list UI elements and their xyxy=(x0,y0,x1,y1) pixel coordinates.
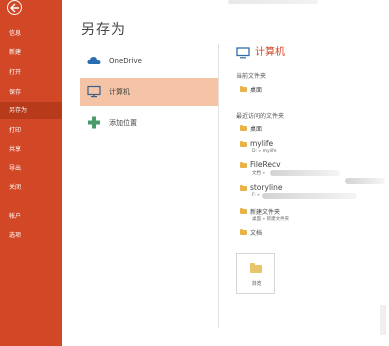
recent-folders-heading: 最近访问的文件夹 xyxy=(236,113,285,120)
folder-icon xyxy=(250,263,262,273)
backstage-nav: 信息 新建 打开 保存 另存为 打印 共享 导出 关闭 帐户 选项 xyxy=(0,0,62,346)
browse-button[interactable]: 浏览 xyxy=(236,253,275,294)
scrollbar[interactable] xyxy=(380,305,386,335)
plus-icon xyxy=(88,116,100,129)
back-arrow-icon[interactable] xyxy=(7,0,22,15)
cloud-icon xyxy=(87,57,101,64)
folder-path: F: » xyxy=(252,193,260,198)
folder-icon xyxy=(240,184,247,191)
folder-icon xyxy=(240,140,247,147)
nav-options[interactable]: 选项 xyxy=(0,227,62,244)
nav-close[interactable]: 关闭 xyxy=(0,179,62,196)
folder-path: 文档 » xyxy=(252,171,266,176)
folder-icon xyxy=(240,124,247,131)
folder-name: 新建文件夹 xyxy=(250,209,281,216)
nav-share[interactable]: 共享 xyxy=(0,141,62,158)
place-label: OneDrive xyxy=(109,57,142,65)
folder-name: 文档 xyxy=(250,230,263,237)
folder-icon xyxy=(240,85,247,92)
folder-icon xyxy=(240,228,247,235)
redacted-path xyxy=(345,178,385,184)
pane-divider xyxy=(218,44,219,328)
nav-save-as[interactable]: 另存为 xyxy=(0,102,62,119)
folder-name: 桌面 xyxy=(250,87,263,94)
place-label: 添加位置 xyxy=(109,119,137,127)
nav-info[interactable]: 信息 xyxy=(0,25,62,42)
redacted-title-bar xyxy=(228,0,318,4)
place-add-location[interactable]: 添加位置 xyxy=(80,109,218,137)
folder-path: D: » mylife xyxy=(252,149,277,154)
place-label: 计算机 xyxy=(109,88,130,96)
folder-icon xyxy=(240,161,247,168)
place-computer[interactable]: 计算机 xyxy=(80,78,218,106)
folder-name: 桌面 xyxy=(250,126,263,133)
pane-heading: 计算机 xyxy=(255,47,285,58)
nav-open[interactable]: 打开 xyxy=(0,64,62,81)
nav-export[interactable]: 导出 xyxy=(0,160,62,177)
nav-save[interactable]: 保存 xyxy=(0,84,62,101)
browse-label: 浏览 xyxy=(251,281,262,287)
folder-icon xyxy=(240,207,247,214)
computer-icon xyxy=(236,47,250,59)
redacted-path xyxy=(270,170,340,176)
folder-name: FileRecv xyxy=(250,160,281,169)
folder-name: mylife xyxy=(250,139,274,148)
nav-account[interactable]: 帐户 xyxy=(0,208,62,225)
current-folder-heading: 当前文件夹 xyxy=(236,73,267,80)
nav-new[interactable]: 新建 xyxy=(0,44,62,61)
folder-path: 桌面 » 新建文件夹 xyxy=(252,217,290,222)
computer-icon xyxy=(87,85,101,98)
redacted-path xyxy=(262,193,357,199)
place-onedrive[interactable]: OneDrive xyxy=(80,47,218,75)
nav-print[interactable]: 打印 xyxy=(0,122,62,139)
folder-name: storyline xyxy=(250,183,283,192)
page-title: 另存为 xyxy=(81,22,126,38)
